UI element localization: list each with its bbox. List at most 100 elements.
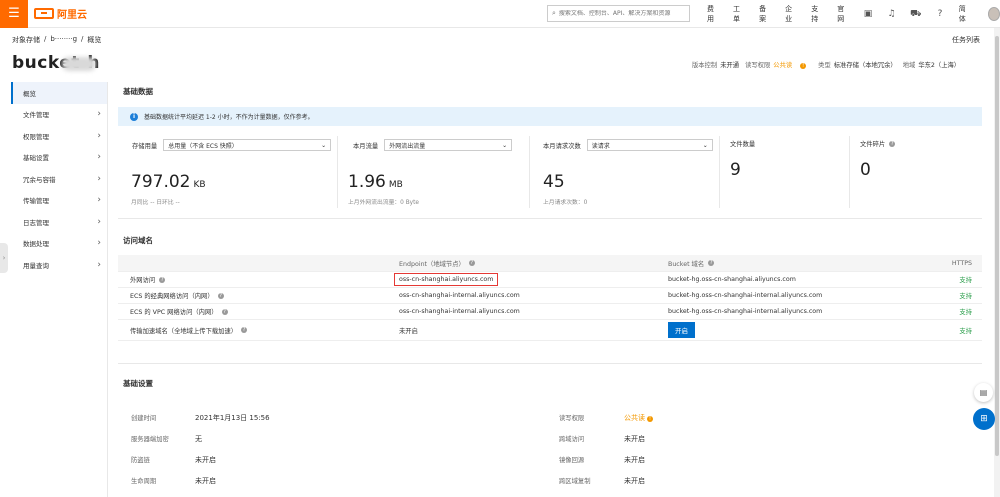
header-endpoint: Endpoint（地域节点）? xyxy=(399,260,475,268)
sidebar-collapse-handle[interactable]: › xyxy=(0,243,8,273)
sidebar: 概览 文件管理 › 权限管理 › 基础设置 › 冗余与容错 › 传输管理 › 日志管理 › … xyxy=(11,82,108,497)
help-icon[interactable]: ? xyxy=(241,327,248,333)
help-icon[interactable]: ? xyxy=(159,276,166,283)
terminal-icon[interactable]: ▣ xyxy=(863,9,873,20)
sidebar-item-basic-settings[interactable]: 基础设置 › xyxy=(11,147,107,169)
sidebar-item-overview[interactable]: 概览 xyxy=(11,82,107,104)
stat-label: 文件数量 xyxy=(730,141,756,148)
help-icon[interactable]: ? xyxy=(221,308,228,315)
row-bucket-domain[interactable]: bucket-hg.oss-cn-shanghai-internal.aliyu… xyxy=(668,288,822,303)
highlighted-endpoint[interactable]: oss-cn-shanghai.aliyuncs.com xyxy=(394,273,499,286)
help-icon[interactable]: ? xyxy=(889,140,896,147)
notice-banner: i 基础数据统计平均延迟 1-2 小时，不作为计量数据，仅作参考。 xyxy=(118,107,982,126)
setting-item: 跨域访问 xyxy=(559,436,585,443)
domain-table: Endpoint（地域节点）? Bucket 域名? HTTPS 外网访问? o… xyxy=(118,255,982,341)
top-link-icp[interactable]: 备案 xyxy=(759,4,771,24)
versioning-value: 未开通 xyxy=(720,62,740,69)
header-bucket-domain: Bucket 域名? xyxy=(668,260,715,268)
sidebar-item-redundancy[interactable]: 冗余与容错 › xyxy=(11,168,107,190)
setting-item: 服务器端加密 xyxy=(131,436,169,443)
help-icon[interactable]: ? xyxy=(935,9,944,20)
stat-value: 45 xyxy=(543,172,565,192)
acl-label: 读写权限 xyxy=(745,62,771,69)
row-bucket-domain[interactable]: bucket-hg.oss-cn-shanghai-internal.aliyu… xyxy=(668,304,822,319)
stat-traffic: 本月流量 外网流出流量 ⌄ 1.96 MB 上月外网流出流量：0 Byte xyxy=(338,136,530,208)
sidebar-item-files[interactable]: 文件管理 › xyxy=(11,104,107,126)
request-type-select[interactable]: 读请求 ⌄ xyxy=(586,139,713,151)
chevron-right-icon: › xyxy=(97,173,101,184)
top-link-support[interactable]: 支持 xyxy=(811,4,823,24)
menu-icon[interactable]: ☰ xyxy=(0,0,28,28)
help-icon[interactable]: ? xyxy=(708,260,715,266)
help-icon[interactable]: ? xyxy=(217,292,224,299)
stat-storage: 存储用量 总用量（不含 ECS 快照） ⌄ 797.02 KB 月同比 -- 日环比… xyxy=(126,136,338,208)
avatar[interactable] xyxy=(987,7,1000,21)
row-endpoint[interactable]: oss-cn-shanghai.aliyuncs.com xyxy=(394,272,499,287)
stat-value: 1.96 MB xyxy=(348,172,403,192)
top-link-billing[interactable]: 费用 xyxy=(707,4,719,24)
search-icon: ⌕ xyxy=(552,9,556,17)
setting-value: 未开启 xyxy=(624,456,645,464)
aliyun-logo-icon xyxy=(34,8,54,19)
sidebar-item-transfer[interactable]: 传输管理 › xyxy=(11,190,107,212)
row-name: 外网访问? xyxy=(130,276,166,284)
top-link-website[interactable]: 官网 xyxy=(837,4,849,24)
logo[interactable]: 阿里云 xyxy=(34,6,87,21)
bell-icon[interactable]: ♫ xyxy=(887,9,896,20)
apps-grid-icon[interactable]: ⊞ xyxy=(973,408,995,430)
table-row: ECS 的 VPC 网络访问（内网）? oss-cn-shanghai-inte… xyxy=(118,304,982,320)
info-icon: i xyxy=(130,112,138,121)
stat-label: 本月流量 xyxy=(353,142,379,150)
feedback-icon[interactable]: ▤ xyxy=(974,383,993,402)
top-bar: ☰ 阿里云 ⌕ 费用 工单 备案 企业 支持 官网 ▣ ♫ ⛟ ? 简体 xyxy=(0,0,1000,28)
type-label: 类型 xyxy=(818,62,831,69)
top-link-ticket[interactable]: 工单 xyxy=(733,4,745,24)
enable-acceleration-button[interactable]: 开启 xyxy=(668,322,695,338)
setting-value: 公共读! xyxy=(624,414,653,422)
stats-panel: 存储用量 总用量（不含 ECS 快照） ⌄ 797.02 KB 月同比 -- 日环比… xyxy=(126,136,982,208)
setting-item: 镜像回源 xyxy=(559,457,585,464)
cart-icon[interactable]: ⛟ xyxy=(910,9,921,20)
table-header: Endpoint（地域节点）? Bucket 域名? HTTPS xyxy=(118,255,982,272)
setting-item: 生命周期 xyxy=(131,478,157,485)
row-name: ECS 的 VPC 网络访问（内网）? xyxy=(130,308,228,316)
row-endpoint[interactable]: oss-cn-shanghai-internal.aliyuncs.com xyxy=(399,288,520,303)
setting-value: 未开启 xyxy=(195,456,216,464)
storage-type-select[interactable]: 总用量（不含 ECS 快照） ⌄ xyxy=(163,139,332,151)
stat-sub: 月同比 -- 日环比 -- xyxy=(131,200,180,206)
task-list-link[interactable]: 任务列表 xyxy=(952,35,980,45)
chevron-right-icon: › xyxy=(97,109,101,120)
row-name: ECS 的经典网络访问（内网）? xyxy=(130,292,224,300)
help-icon[interactable]: ? xyxy=(468,260,475,266)
traffic-type-select[interactable]: 外网流出流量 ⌄ xyxy=(384,139,513,151)
setting-item: 跨区域复制 xyxy=(559,478,591,485)
sidebar-item-usage[interactable]: 用量查询 › xyxy=(11,254,107,276)
divider xyxy=(118,218,982,219)
title-redaction xyxy=(62,57,96,71)
row-endpoint[interactable]: oss-cn-shanghai-internal.aliyuncs.com xyxy=(399,304,520,319)
breadcrumb-sep: / xyxy=(81,35,84,43)
row-bucket-domain: 开启 xyxy=(668,320,695,340)
table-row: ECS 的经典网络访问（内网）? oss-cn-shanghai-interna… xyxy=(118,288,982,304)
language-switch[interactable]: 简体 xyxy=(959,4,971,24)
stat-label: 本月请求次数 xyxy=(543,142,581,150)
row-bucket-domain[interactable]: bucket-hg.oss-cn-shanghai.aliyuncs.com xyxy=(668,272,796,287)
chevron-right-icon: › xyxy=(97,152,101,163)
row-name: 传输加速域名（全地域上传下载加速）? xyxy=(130,327,248,335)
breadcrumb: 对象存储 / b········g / 概览 xyxy=(12,35,105,45)
chevron-right-icon: › xyxy=(97,130,101,141)
section-title-domains: 访问域名 xyxy=(123,236,153,245)
breadcrumb-bucket[interactable]: b········g xyxy=(50,35,77,45)
scrollbar-thumb[interactable] xyxy=(995,36,999,456)
warning-icon: ! xyxy=(647,416,653,422)
search-box[interactable]: ⌕ xyxy=(547,5,690,22)
breadcrumb-root[interactable]: 对象存储 xyxy=(12,35,40,45)
sidebar-item-data-processing[interactable]: 数据处理 › xyxy=(11,233,107,255)
chevron-right-icon: › xyxy=(97,259,101,270)
sidebar-item-logs[interactable]: 日志管理 › xyxy=(11,211,107,233)
top-link-enterprise[interactable]: 企业 xyxy=(785,4,797,24)
search-input[interactable] xyxy=(558,10,684,17)
sidebar-item-permissions[interactable]: 权限管理 › xyxy=(11,125,107,147)
notice-text: 基础数据统计平均延迟 1-2 小时，不作为计量数据，仅作参考。 xyxy=(144,114,314,121)
breadcrumb-sep: / xyxy=(44,35,47,43)
